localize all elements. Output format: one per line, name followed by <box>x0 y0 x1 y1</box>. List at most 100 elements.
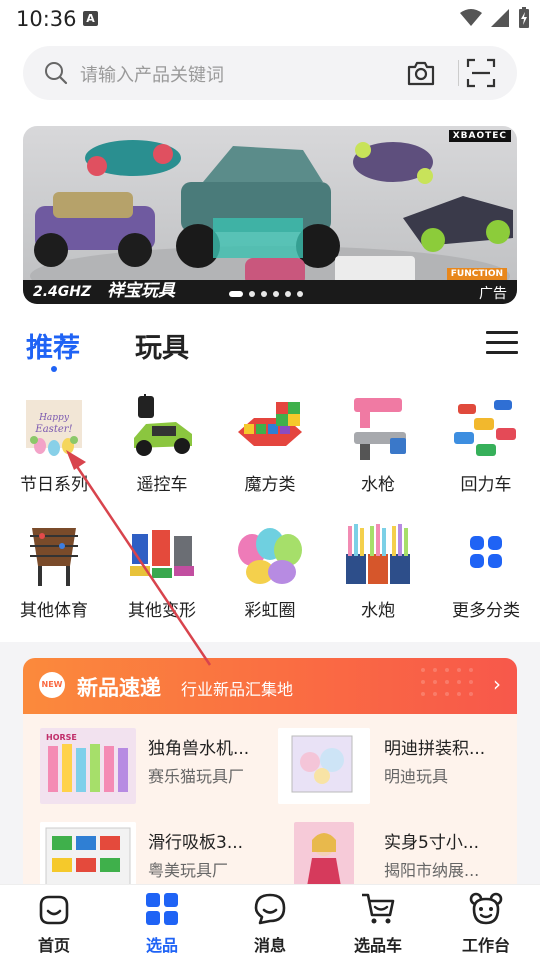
new-badge-icon: NEW <box>39 672 65 698</box>
nav-workbench[interactable]: 工作台 <box>432 885 540 960</box>
transformer-robot-image <box>130 530 194 578</box>
category-other-sports[interactable]: 其他体育 <box>0 520 108 638</box>
banner-title: 祥宝玩具 <box>107 281 175 301</box>
category-water-gun[interactable]: 水枪 <box>324 394 432 512</box>
banner-toy-cars-image <box>30 140 513 304</box>
banner-pagination[interactable] <box>229 291 303 297</box>
water-gun-image <box>354 398 406 460</box>
product-card[interactable]: HORSE 独角兽水机... 赛乐猫玩具厂 <box>23 728 263 816</box>
search-bar[interactable]: 请输入产品关键词 <box>23 46 517 100</box>
more-grid-icon <box>470 536 502 568</box>
nav-home[interactable]: 首页 <box>0 885 108 960</box>
status-icons <box>460 7 530 29</box>
banner-dot[interactable] <box>249 291 255 297</box>
product-name: 滑行吸板3... <box>148 833 244 853</box>
svg-text:Happy: Happy <box>38 413 70 423</box>
product-shop: 揭阳市纳展... <box>384 861 480 880</box>
app-root: 10:36 A 请输入产品关键词 XBAOTEC FUNCTION 2.4GHZ… <box>0 0 540 960</box>
camera-icon[interactable] <box>405 57 437 89</box>
category-label: 魔方类 <box>244 475 296 495</box>
hamburger-menu-icon[interactable] <box>486 329 518 357</box>
battery-charging-icon <box>519 7 529 28</box>
banner-dot[interactable] <box>273 291 279 297</box>
workbench-bear-icon <box>469 892 503 925</box>
rc-car-image <box>134 394 192 456</box>
bottom-nav: 首页 选品 消息 选品车 工作台 <box>0 884 540 960</box>
nav-label: 工作台 <box>461 936 510 955</box>
product-image: HORSE <box>40 728 136 804</box>
banner-function-logo: FUNCTION <box>446 268 507 280</box>
category-label: 更多分类 <box>452 601 520 621</box>
search-divider <box>458 60 459 86</box>
wifi-icon <box>460 9 482 26</box>
category-label: 回力车 <box>460 475 512 495</box>
product-shop: 明迪玩具 <box>384 767 449 786</box>
category-holiday[interactable]: Happy Easter! 节日系列 <box>0 394 108 512</box>
product-shop: 粤美玩具厂 <box>148 861 229 880</box>
active-tab-indicator <box>51 366 57 372</box>
nav-label: 首页 <box>37 936 70 955</box>
signal-icon <box>491 9 509 27</box>
promo-banner[interactable]: XBAOTEC FUNCTION 2.4GHZ 祥宝玩具 广告 <box>23 126 517 304</box>
product-name: 明迪拼装积... <box>384 739 486 759</box>
scan-icon[interactable] <box>465 57 497 89</box>
status-bar: 10:36 A <box>0 0 540 38</box>
category-label: 其他变形 <box>128 601 196 621</box>
banner-ad-label: 广告 <box>479 286 507 302</box>
banner-brand-logo: XBAOTEC <box>448 130 511 142</box>
search-input[interactable]: 请输入产品关键词 <box>80 61 224 87</box>
product-name: 实身5寸小... <box>384 833 480 853</box>
category-label: 水枪 <box>361 475 395 495</box>
nav-cart[interactable]: 选品车 <box>324 885 432 960</box>
product-name: 独角兽水机... <box>148 739 250 759</box>
category-other-transform[interactable]: 其他变形 <box>108 520 216 638</box>
nav-label: 选品 <box>145 936 178 955</box>
new-arrivals-card: NEW 新品速递 行业新品汇集地 › HORSE 独角兽水机... 赛乐猫玩具厂 <box>23 658 517 898</box>
message-bubble-icon <box>254 893 286 925</box>
new-arrivals-title: 新品速递 <box>77 676 161 700</box>
product-card[interactable]: 明迪拼装积... 明迪玩具 <box>260 728 500 816</box>
rubiks-cube-image <box>238 402 302 446</box>
category-rainbow-spring[interactable]: 彩虹圈 <box>216 520 324 638</box>
rainbow-spring-image <box>238 528 302 584</box>
tab-recommend[interactable]: 推荐 <box>26 326 80 365</box>
category-label: 节日系列 <box>20 475 88 495</box>
category-pullback-car[interactable]: 回力车 <box>432 394 540 512</box>
tab-toys[interactable]: 玩具 <box>135 326 189 365</box>
category-label: 水炮 <box>361 601 395 621</box>
banner-dot[interactable] <box>261 291 267 297</box>
product-image-label: HORSE <box>46 733 77 742</box>
notification-badge: A <box>83 11 98 26</box>
banner-bottom-strip: 2.4GHZ 祥宝玩具 广告 <box>23 280 517 304</box>
grid-apps-icon <box>146 893 178 925</box>
svg-text:Easter!: Easter! <box>34 424 72 435</box>
new-arrivals-header[interactable]: NEW 新品速递 行业新品汇集地 › <box>23 658 517 714</box>
category-label: 其他体育 <box>20 601 88 621</box>
category-more[interactable]: 更多分类 <box>432 520 540 638</box>
nav-selection[interactable]: 选品 <box>108 885 216 960</box>
easter-card-image: Happy Easter! <box>26 400 82 456</box>
product-shop: 赛乐猫玩具厂 <box>148 767 245 786</box>
product-image <box>278 728 370 804</box>
banner-caption: 2.4GHZ <box>33 284 92 300</box>
water-cannon-image <box>346 524 410 584</box>
home-smile-icon <box>39 895 69 925</box>
chevron-right-icon[interactable]: › <box>493 672 501 696</box>
category-label: 彩虹圈 <box>244 601 296 621</box>
cart-icon <box>362 893 395 924</box>
foosball-table-image <box>30 528 78 586</box>
nav-label: 消息 <box>253 936 286 955</box>
nav-label: 选品车 <box>353 936 402 955</box>
nav-messages[interactable]: 消息 <box>216 885 324 960</box>
category-water-cannon[interactable]: 水炮 <box>324 520 432 638</box>
category-label: 遥控车 <box>136 475 188 495</box>
category-rc-car[interactable]: 遥控车 <box>108 394 216 512</box>
new-arrivals-subtitle: 行业新品汇集地 <box>181 680 294 699</box>
banner-dot[interactable] <box>285 291 291 297</box>
pullback-car-image <box>454 400 516 456</box>
search-icon <box>45 62 68 85</box>
banner-dot[interactable] <box>297 291 303 297</box>
banner-dot[interactable] <box>229 291 243 297</box>
status-time: 10:36 <box>16 7 77 31</box>
category-cube[interactable]: 魔方类 <box>216 394 324 512</box>
